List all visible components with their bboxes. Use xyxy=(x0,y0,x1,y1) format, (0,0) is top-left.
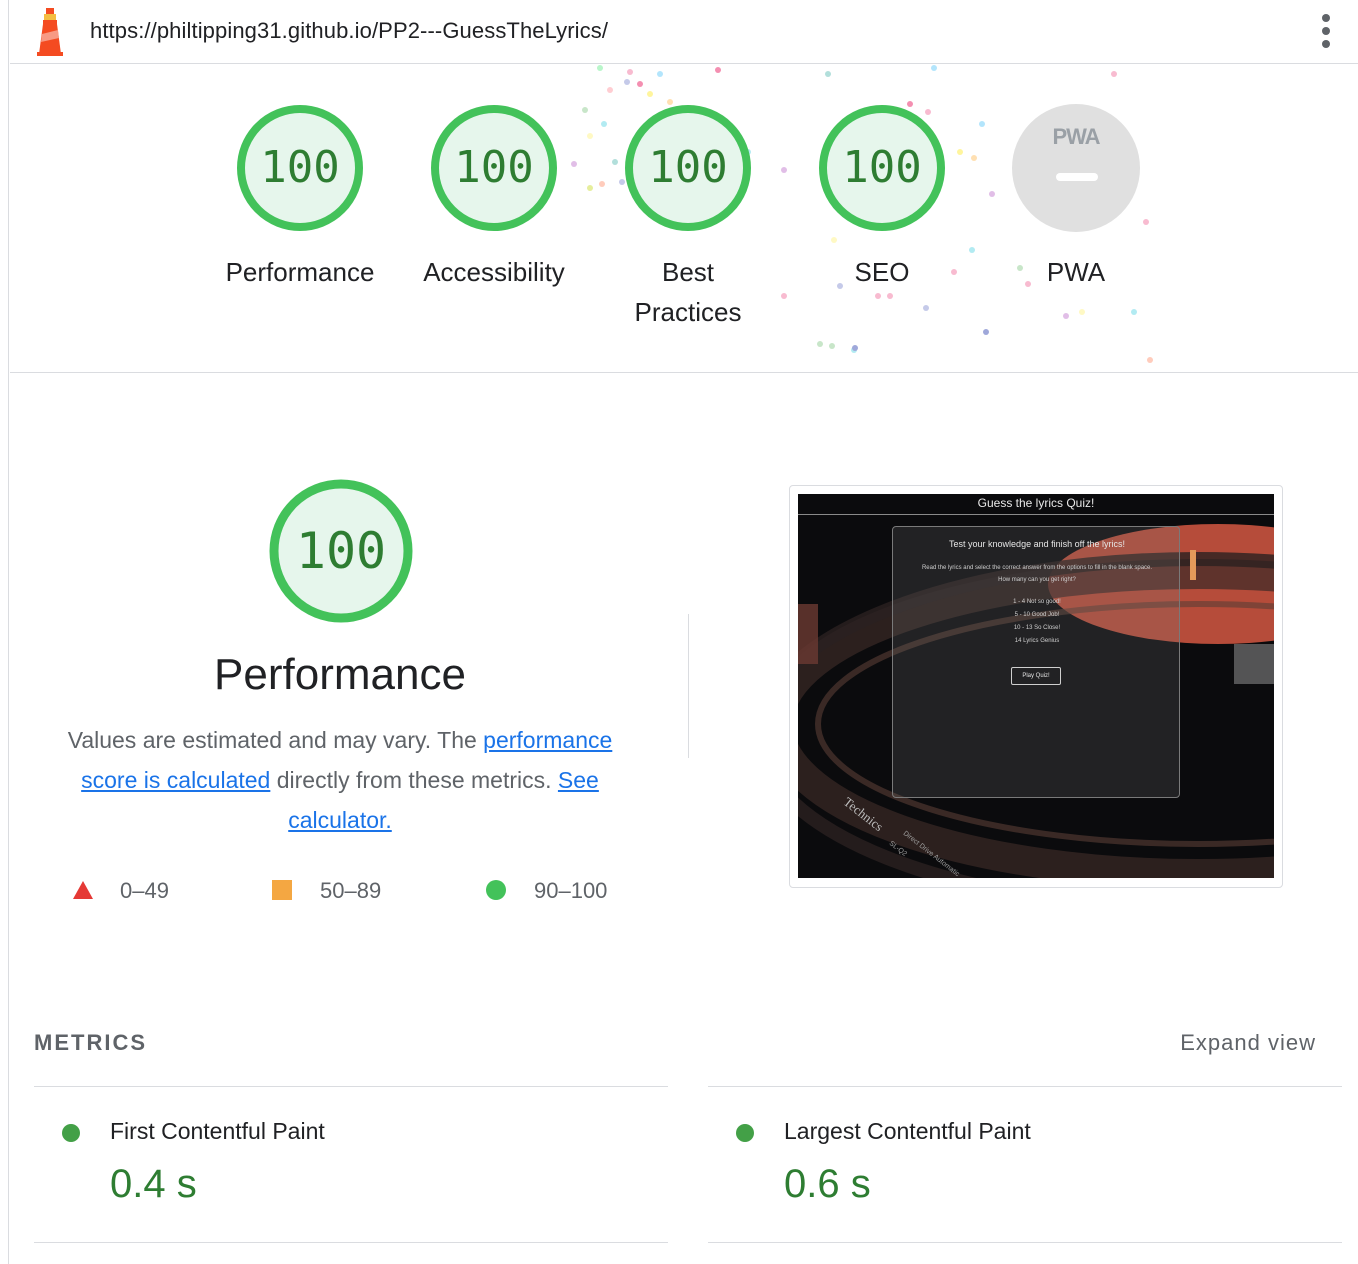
thumb-play-button: Play Quiz! xyxy=(1011,667,1061,685)
gauge-label: Best Practices xyxy=(634,257,742,327)
metric-value: 0.6 s xyxy=(784,1162,871,1206)
gauge-best-practices[interactable]: 100 Best Practices xyxy=(593,104,783,332)
performance-gauge: 100 xyxy=(268,478,414,624)
lighthouse-icon xyxy=(37,8,63,56)
triangle-icon xyxy=(73,881,93,899)
desc-text: Values are estimated and may vary. The xyxy=(67,727,484,753)
score-gauges: 100 Performance 100 Accessibility 100 Be… xyxy=(10,64,1358,373)
thumb-quiz-box: Test your knowledge and finish off the l… xyxy=(892,526,1180,798)
gauge-score: 100 xyxy=(648,142,728,193)
report-url: https://philtipping31.github.io/PP2---Gu… xyxy=(90,18,609,43)
legend-range: 0–49 xyxy=(120,878,169,903)
circle-icon xyxy=(486,880,506,900)
thumb-quiz-line: How many can you get right? xyxy=(998,577,1076,583)
metric-divider xyxy=(708,1242,1342,1243)
pwa-badge-text: PWA xyxy=(1052,124,1100,149)
gauge-pwa[interactable]: PWA PWA xyxy=(981,104,1171,292)
final-screenshot[interactable]: Guess the lyrics Quiz! Test your knowled… xyxy=(789,485,1283,888)
desc-text: directly from these metrics. xyxy=(270,767,558,793)
thumb-header-line xyxy=(798,514,1274,515)
metric-divider xyxy=(34,1086,668,1087)
thumb-quiz-score: 14 Lyrics Genius xyxy=(1014,638,1060,644)
section-divider xyxy=(688,614,689,758)
metric-name: First Contentful Paint xyxy=(110,1118,325,1144)
square-icon xyxy=(272,880,292,900)
performance-score: 100 xyxy=(295,522,387,580)
gauge-label: SEO xyxy=(854,257,910,287)
performance-description: Values are estimated and may vary. The p… xyxy=(40,720,640,840)
gauge-performance[interactable]: 100 Performance xyxy=(205,104,395,292)
gauge-seo[interactable]: 100 SEO xyxy=(787,104,977,292)
report-topbar: https://philtipping31.github.io/PP2---Gu… xyxy=(10,0,1358,64)
expand-view-toggle[interactable]: Expand view xyxy=(1180,1030,1316,1056)
gauge-score: 100 xyxy=(454,142,534,193)
gauge-accessibility[interactable]: 100 Accessibility xyxy=(399,104,589,292)
gauge-label: Accessibility xyxy=(423,257,565,287)
metrics-heading: METRICS xyxy=(34,1030,147,1055)
thumb-quiz-score: 1 - 4 Not so good! xyxy=(1013,599,1061,605)
gauge-label: PWA xyxy=(1046,257,1106,287)
screenshot-image: Guess the lyrics Quiz! Test your knowled… xyxy=(798,494,1274,878)
metric-divider xyxy=(34,1242,668,1243)
thumb-quiz-score: 10 - 13 So Close! xyxy=(1013,625,1061,631)
gauge-label: Performance xyxy=(225,257,375,287)
gauge-score: 100 xyxy=(260,142,340,193)
legend-range: 90–100 xyxy=(534,878,608,903)
thumb-quiz-score: 5 - 10 Good Job! xyxy=(1014,612,1060,618)
metric-name: Largest Contentful Paint xyxy=(784,1118,1031,1144)
pwa-dash-icon xyxy=(1056,173,1098,181)
metric-value: 0.4 s xyxy=(110,1162,197,1206)
thumb-page-title: Guess the lyrics Quiz! xyxy=(977,496,1095,510)
legend-range: 50–89 xyxy=(320,878,382,903)
metric-divider xyxy=(708,1086,1342,1087)
thumb-quiz-heading: Test your knowledge and finish off the l… xyxy=(949,539,1125,549)
thumb-quiz-line: Read the lyrics and select the correct a… xyxy=(921,565,1153,571)
performance-title: Performance xyxy=(214,650,466,699)
pass-circle-icon xyxy=(62,1124,80,1142)
gauge-score: 100 xyxy=(842,142,922,193)
more-options-icon[interactable] xyxy=(1318,14,1334,50)
pass-circle-icon xyxy=(736,1124,754,1142)
left-border xyxy=(8,0,9,1264)
